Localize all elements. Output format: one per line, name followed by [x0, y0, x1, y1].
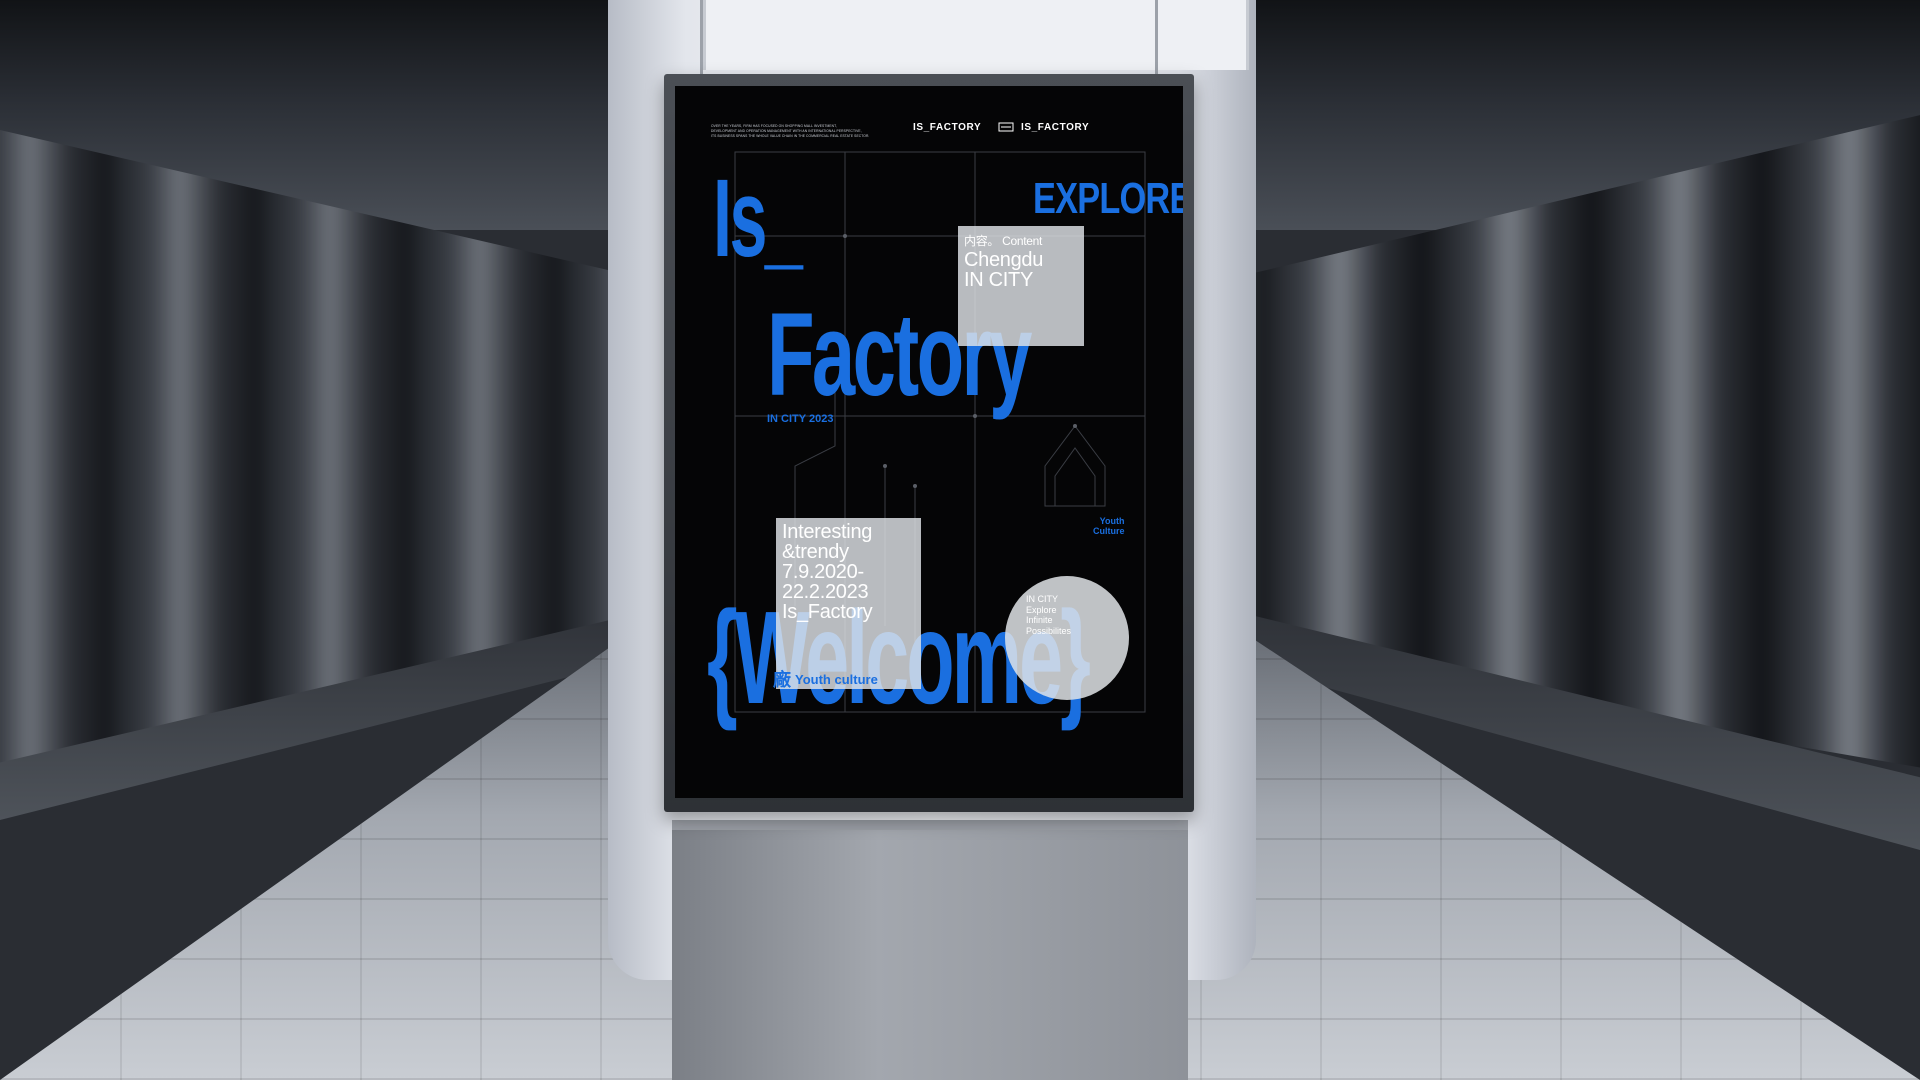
circle-line-2: Explore — [1026, 604, 1057, 615]
display-stand — [672, 820, 1188, 1080]
brand-heading-left: IS_FACTORY — [913, 122, 982, 133]
pillar-top-fixture — [703, 0, 1249, 70]
frame-hanger-left — [700, 0, 703, 78]
subtitle-in-city: IN CITY 2023 — [767, 413, 834, 425]
brand-heading-right: IS_FACTORY — [1021, 122, 1090, 133]
youth-culture-tag: 廠 Youth culture — [773, 666, 878, 692]
youth-side-line-2: Culture — [1093, 526, 1125, 536]
intro-line-3: ITS BUSINESS SPANS THE WHOLE VALUE CHAIN… — [711, 134, 870, 138]
dates-text: Interesting &trendy 7.9.2020- 22.2.2023 … — [782, 522, 922, 622]
intro-text: OVER THE YEARS, FIRM HAS FOCUSED ON SHOP… — [711, 124, 911, 139]
subway-station-scene: OVER THE YEARS, FIRM HAS FOCUSED ON SHOP… — [0, 0, 1920, 1080]
poster: OVER THE YEARS, FIRM HAS FOCUSED ON SHOP… — [675, 86, 1183, 798]
youth-culture-side-label: Youth Culture — [1093, 516, 1125, 536]
youth-side-line-1: Youth — [1099, 516, 1125, 526]
dates-line-3: 7.9.2020- — [782, 561, 864, 583]
frame-hanger-right — [1155, 0, 1158, 78]
dates-line-5: Is_Factory — [782, 601, 873, 623]
brand-mark-icon — [998, 122, 1014, 132]
content-city: Chengdu — [964, 249, 1044, 271]
small-brand-mark — [998, 122, 1016, 134]
circle-line-1: IN CITY — [1026, 594, 1059, 604]
youth-tag-cn: 廠 — [773, 670, 791, 690]
content-header: 内容。 Content — [964, 234, 1043, 248]
content-in-city: IN CITY — [964, 269, 1034, 291]
circle-line-4: Possibilites — [1026, 625, 1072, 636]
content-text: Chengdu IN CITY — [964, 250, 1084, 290]
dates-line-4: 22.2.2023 — [782, 581, 869, 603]
circle-line-3: Infinite — [1026, 615, 1053, 625]
dates-line-2: &trendy — [782, 541, 849, 563]
title-is: Is_ — [713, 157, 803, 280]
explore-heading: EXPLORE — [1033, 174, 1183, 223]
youth-tag-en: Youth culture — [795, 672, 878, 687]
circle-text: IN CITY Explore Infinite Possibilites — [1026, 594, 1071, 636]
dates-glass-panel: Interesting &trendy 7.9.2020- 22.2.2023 … — [776, 518, 921, 689]
content-glass-panel: 内容。 Content Chengdu IN CITY — [958, 226, 1084, 346]
dates-line-1: Interesting — [782, 521, 873, 543]
